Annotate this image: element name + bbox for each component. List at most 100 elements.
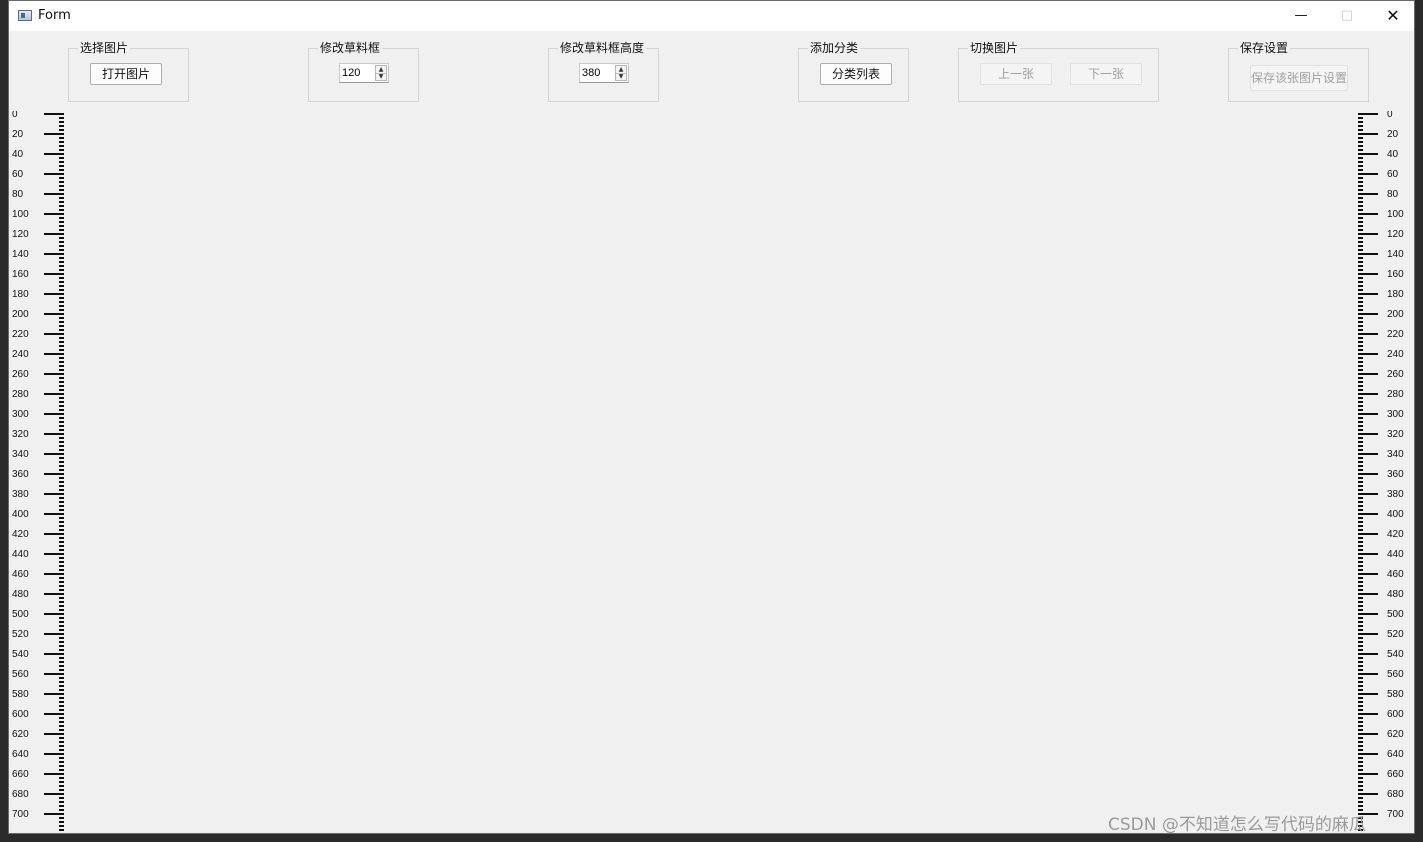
ruler-tick xyxy=(1358,253,1378,255)
ruler-tick xyxy=(1358,529,1363,531)
ruler-tick xyxy=(1358,609,1363,611)
ruler-tick xyxy=(59,769,64,771)
ruler-tick xyxy=(59,257,64,259)
ruler-tick xyxy=(59,125,64,127)
ruler-tick xyxy=(1358,353,1378,355)
box-size-spinbox[interactable]: ▲ ▼ xyxy=(339,63,389,83)
box-size-input[interactable] xyxy=(340,64,378,82)
ruler-label: 600 xyxy=(1387,709,1404,720)
ruler-tick xyxy=(59,549,64,551)
ruler-tick xyxy=(59,449,64,451)
ruler-tick xyxy=(1358,409,1363,411)
ruler-tick xyxy=(59,457,64,459)
ruler-tick xyxy=(59,325,64,327)
ruler-tick xyxy=(59,609,64,611)
ruler-tick xyxy=(59,525,64,527)
ruler-tick xyxy=(1358,697,1363,699)
ruler-tick xyxy=(1358,725,1363,727)
title-bar[interactable]: Form — □ ✕ xyxy=(9,1,1414,31)
ruler-label: 20 xyxy=(1387,129,1399,140)
next-image-button[interactable]: 下一张 xyxy=(1070,63,1142,85)
ruler-tick xyxy=(59,657,64,659)
ruler-tick xyxy=(1358,257,1363,259)
ruler-tick xyxy=(59,141,64,143)
ruler-tick xyxy=(1358,549,1363,551)
ruler-tick xyxy=(59,361,64,363)
ruler-tick xyxy=(1358,397,1363,399)
open-image-button[interactable]: 打开图片 xyxy=(90,63,162,85)
ruler-label: 40 xyxy=(1387,149,1399,160)
ruler-tick xyxy=(59,589,64,591)
ruler-tick xyxy=(1358,173,1378,175)
ruler-label: 280 xyxy=(12,389,29,400)
group-title-select-image: 选择图片 xyxy=(78,40,131,56)
box-height-stepper[interactable]: ▲ ▼ xyxy=(615,65,627,81)
group-title-modify-box-height: 修改草料框高度 xyxy=(558,40,647,56)
ruler-label: 380 xyxy=(1387,489,1404,500)
ruler-label: 440 xyxy=(1387,549,1404,560)
close-button[interactable]: ✕ xyxy=(1370,1,1414,31)
category-list-button[interactable]: 分类列表 xyxy=(820,63,892,85)
ruler-tick xyxy=(59,669,64,671)
ruler-tick xyxy=(1358,273,1378,275)
box-height-input[interactable] xyxy=(580,64,618,82)
ruler-tick xyxy=(1358,249,1363,251)
ruler-tick xyxy=(59,129,64,131)
ruler-tick xyxy=(1358,633,1378,635)
ruler-tick xyxy=(59,441,64,443)
ruler-tick xyxy=(1358,197,1363,199)
ruler-label: 60 xyxy=(1387,169,1399,180)
ruler-tick xyxy=(1358,181,1363,183)
box-height-spinbox[interactable]: ▲ ▼ xyxy=(579,63,629,83)
ruler-tick xyxy=(44,613,64,615)
ruler-tick xyxy=(1358,613,1378,615)
ruler-tick xyxy=(59,437,64,439)
spin-down-icon[interactable]: ▼ xyxy=(376,73,386,80)
ruler-tick xyxy=(1358,673,1378,675)
ruler-tick xyxy=(59,685,64,687)
ruler-tick xyxy=(1358,705,1363,707)
maximize-button[interactable]: □ xyxy=(1324,1,1370,31)
ruler-label: 680 xyxy=(12,789,29,800)
ruler-label: 540 xyxy=(12,649,29,660)
ruler-tick xyxy=(59,277,64,279)
ruler-tick xyxy=(1358,689,1363,691)
ruler-tick xyxy=(59,757,64,759)
ruler-tick xyxy=(1358,665,1363,667)
ruler-tick xyxy=(59,681,64,683)
ruler-tick xyxy=(59,717,64,719)
ruler-tick xyxy=(59,185,64,187)
ruler-tick xyxy=(1358,485,1363,487)
ruler-tick xyxy=(44,233,64,235)
box-size-stepper[interactable]: ▲ ▼ xyxy=(375,65,387,81)
ruler-tick xyxy=(1358,493,1378,495)
ruler-tick xyxy=(1358,269,1363,271)
ruler-tick xyxy=(1358,589,1363,591)
ruler-label: 80 xyxy=(12,189,24,200)
ruler-label: 620 xyxy=(12,729,29,740)
ruler-tick xyxy=(1358,685,1363,687)
ruler-label: 320 xyxy=(12,429,29,440)
ruler-tick xyxy=(59,381,64,383)
ruler-tick xyxy=(59,317,64,319)
minimize-button[interactable]: — xyxy=(1278,1,1324,31)
ruler-tick xyxy=(44,273,64,275)
ruler-tick xyxy=(1358,337,1363,339)
save-image-settings-button[interactable]: 保存该张图片设置 xyxy=(1250,65,1348,91)
ruler-tick xyxy=(59,665,64,667)
ruler-tick xyxy=(1358,525,1363,527)
spin-down-icon[interactable]: ▼ xyxy=(616,73,626,80)
ruler-tick xyxy=(59,617,64,619)
ruler-tick xyxy=(1358,637,1363,639)
ruler-tick xyxy=(1358,241,1363,243)
ruler-tick xyxy=(59,261,64,263)
ruler-tick xyxy=(1358,793,1378,795)
ruler-tick xyxy=(59,777,64,779)
ruler-tick xyxy=(59,297,64,299)
ruler-tick xyxy=(59,509,64,511)
prev-image-button[interactable]: 上一张 xyxy=(980,63,1052,85)
ruler-tick xyxy=(59,265,64,267)
ruler-tick xyxy=(1358,365,1363,367)
ruler-label: 580 xyxy=(12,689,29,700)
ruler-label: 240 xyxy=(12,349,29,360)
